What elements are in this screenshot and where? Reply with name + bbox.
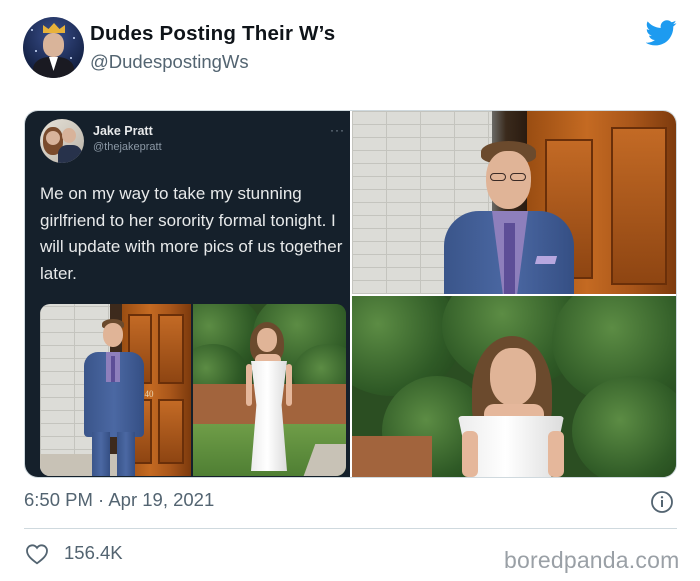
avatar-star <box>35 50 37 52</box>
embedded-photo-girl <box>193 304 346 476</box>
embedded-author-handle: @thejakepratt <box>93 141 162 153</box>
like-count[interactable]: 156.4K <box>64 542 123 564</box>
arm-right <box>286 364 292 406</box>
face <box>103 323 123 347</box>
arm-left <box>246 364 252 406</box>
avatar-face <box>43 33 64 57</box>
info-icon[interactable] <box>650 490 674 514</box>
avatar-body <box>58 145 82 163</box>
avatar-star <box>73 37 75 39</box>
tie <box>504 223 515 294</box>
white-dress <box>251 361 287 471</box>
tweet-timestamp[interactable]: 6:50 PM · Apr 19, 2021 <box>24 489 214 511</box>
tie <box>111 356 115 382</box>
mulch-bed <box>352 436 432 477</box>
author-display-name[interactable]: Dudes Posting Their W’s <box>90 22 335 46</box>
footer-divider <box>24 528 677 529</box>
more-options-icon: ··· <box>330 123 345 137</box>
media-embedded-tweet-screenshot[interactable]: Jake Pratt @thejakepratt ··· Me on my wa… <box>25 111 350 477</box>
embedded-photo-boy: 240 <box>40 304 191 476</box>
author-avatar[interactable] <box>23 17 84 78</box>
avatar-star <box>70 57 72 59</box>
twitter-bird-icon[interactable] <box>646 20 677 46</box>
avatar-face <box>62 128 76 143</box>
glasses-left <box>490 173 506 181</box>
embedded-tweet-text: Me on my way to take my stunning girlfri… <box>40 184 343 283</box>
face <box>490 348 536 406</box>
embedded-author-avatar <box>40 119 84 163</box>
trouser-right <box>117 432 135 476</box>
tweet-card: Dudes Posting Their W’s @DudespostingWs … <box>0 0 700 581</box>
author-handle[interactable]: @DudespostingWs <box>90 51 249 73</box>
trouser-left <box>92 432 110 476</box>
embedded-author-name: Jake Pratt <box>93 124 153 138</box>
pocket-square <box>534 256 558 264</box>
watermark: boredpanda.com <box>504 547 680 573</box>
heart-icon[interactable] <box>25 543 49 565</box>
glasses-right <box>510 173 526 181</box>
crown-icon <box>43 23 65 33</box>
media-grid: Jake Pratt @thejakepratt ··· Me on my wa… <box>24 110 677 478</box>
media-photo-boy[interactable] <box>352 111 676 294</box>
media-photo-girl[interactable] <box>352 296 676 477</box>
avatar-face <box>46 131 60 145</box>
arm-right <box>548 431 564 477</box>
arm-left <box>462 431 478 477</box>
avatar-star <box>31 29 33 31</box>
face <box>257 328 277 352</box>
